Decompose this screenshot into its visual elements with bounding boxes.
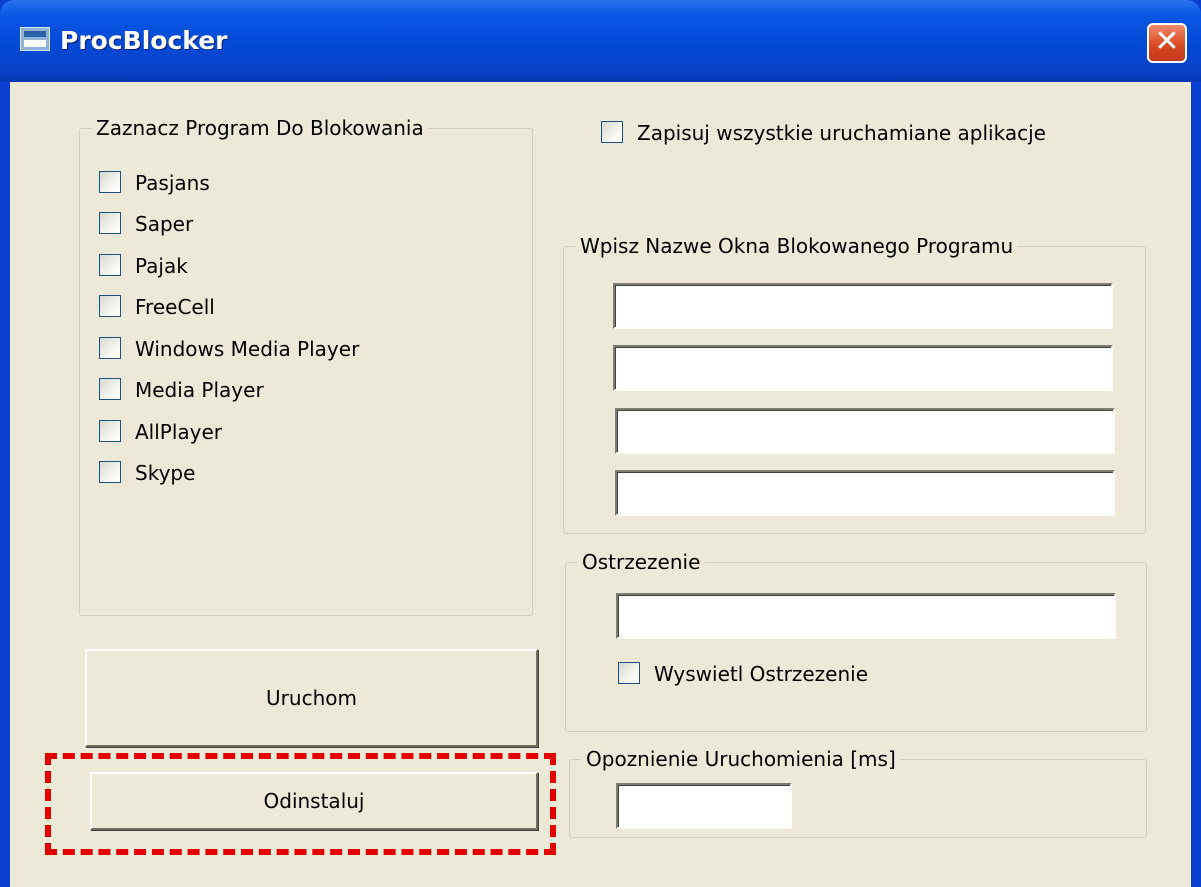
start-delay-field[interactable]: [616, 783, 792, 829]
checkbox-box[interactable]: [99, 254, 121, 276]
checkbox-box[interactable]: [618, 662, 640, 684]
checkbox-box[interactable]: [99, 212, 121, 234]
start-delay-group: Opoznienie Uruchomienia [ms]: [569, 745, 1147, 838]
checkbox-box[interactable]: [99, 420, 121, 442]
block-programs-group: Zaznacz Program Do Blokowania Pasjans Sa…: [79, 114, 533, 616]
app-window: ProcBlocker ✕ Zaznacz Program Do Blokowa…: [0, 0, 1201, 887]
window-name-field-3[interactable]: [615, 408, 1115, 454]
window-names-group: Wpisz Nazwe Okna Blokowanego Programu: [563, 232, 1146, 534]
warning-text-field[interactable]: [616, 593, 1116, 639]
checkbox-label: Saper: [135, 212, 194, 236]
warning-group: Ostrzezenie Wyswietl Ostrzezenie: [565, 548, 1147, 732]
run-button[interactable]: Uruchom: [85, 649, 538, 747]
checkbox-label: Pajak: [135, 254, 188, 278]
close-button[interactable]: ✕: [1147, 23, 1187, 63]
block-programs-legend: Zaznacz Program Do Blokowania: [91, 114, 429, 142]
checkbox-box[interactable]: [99, 295, 121, 317]
checkbox-box[interactable]: [601, 121, 623, 143]
checkbox-label: Wyswietl Ostrzezenie: [654, 662, 869, 686]
window-name-field-4[interactable]: [615, 470, 1115, 516]
start-delay-legend: Opoznienie Uruchomienia [ms]: [581, 745, 901, 773]
window-title: ProcBlocker: [60, 26, 228, 55]
checkbox-box[interactable]: [99, 337, 121, 359]
title-bar[interactable]: ProcBlocker ✕: [0, 0, 1201, 82]
window-names-legend: Wpisz Nazwe Okna Blokowanego Programu: [575, 232, 1019, 260]
checkbox-label: Skype: [135, 461, 196, 485]
checkbox-label: Media Player: [135, 378, 264, 402]
checkbox-box[interactable]: [99, 461, 121, 483]
checkbox-label: FreeCell: [135, 295, 215, 319]
window-name-field-2[interactable]: [613, 345, 1113, 391]
highlight-annotation: [45, 753, 556, 855]
checkbox-box[interactable]: [99, 378, 121, 400]
window-name-field-1[interactable]: [613, 283, 1113, 329]
app-icon: [20, 27, 50, 51]
checkbox-label: Pasjans: [135, 171, 210, 195]
checkbox-label: Windows Media Player: [135, 337, 360, 361]
warning-legend: Ostrzezenie: [577, 548, 706, 576]
checkbox-label: Zapisuj wszystkie uruchamiane aplikacje: [637, 121, 1046, 145]
checkbox-label: AllPlayer: [135, 420, 223, 444]
checkbox-box[interactable]: [99, 171, 121, 193]
